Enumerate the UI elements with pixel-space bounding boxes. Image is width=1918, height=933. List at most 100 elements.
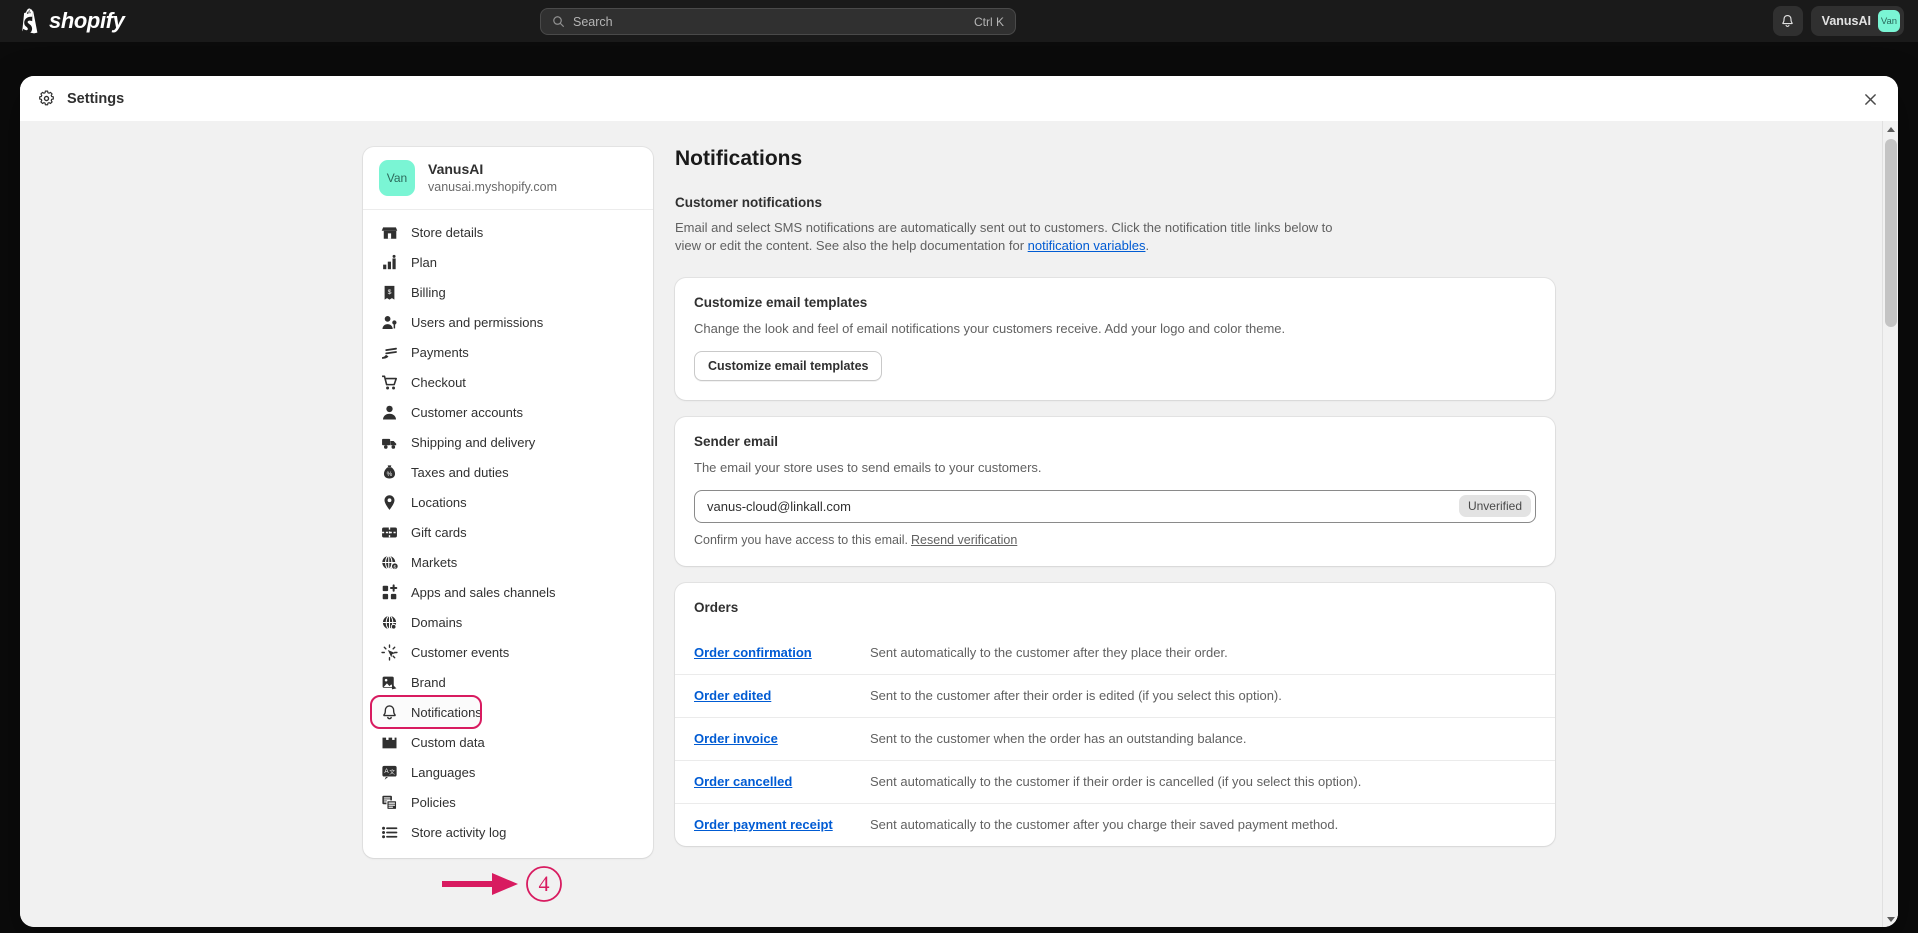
orders-notifications-card: Orders Order confirmation Sent automatica… <box>675 582 1555 846</box>
settings-main-panel: Notifications Customer notifications Ema… <box>675 147 1555 927</box>
notification-name-link[interactable]: Order payment receipt <box>694 817 870 832</box>
sidebar-item-label: Checkout <box>411 374 466 390</box>
notification-variables-link[interactable]: notification variables <box>1028 238 1146 253</box>
sidebar-item-label: Billing <box>411 284 446 300</box>
search-shortcut-hint: Ctrl K <box>974 14 1004 29</box>
notifications-button[interactable] <box>1772 6 1803 36</box>
payments-icon <box>382 347 397 359</box>
sidebar-item-label: Customer accounts <box>411 404 523 420</box>
sidebar-item-gift-cards[interactable]: Gift cards <box>372 517 644 547</box>
notification-name-link[interactable]: Order cancelled <box>694 774 870 789</box>
status-badge: Unverified <box>1458 495 1531 518</box>
location-pin-icon <box>384 494 395 510</box>
close-icon <box>1864 93 1876 105</box>
notification-name-link[interactable]: Order edited <box>694 688 870 703</box>
sidebar-item-label: Store activity log <box>411 824 507 840</box>
notification-description: Sent automatically to the customer after… <box>870 644 1228 660</box>
policies-icon <box>382 795 397 810</box>
settings-nav-list: Store details Plan $ Billing Users and permi… <box>363 210 653 858</box>
customize-email-templates-button[interactable]: Customize email templates <box>694 350 883 381</box>
close-button[interactable] <box>1858 87 1882 111</box>
shopify-bag-icon <box>22 8 38 34</box>
notification-name-link[interactable]: Order confirmation <box>694 645 870 660</box>
notification-row: Order confirmation Sent automatically to … <box>675 631 1555 674</box>
svg-text:$: $ <box>393 564 396 570</box>
resend-verification-link[interactable]: Resend verification <box>911 533 1017 547</box>
bell-icon <box>383 704 396 719</box>
modal-title: Settings <box>67 90 125 107</box>
sidebar-item-brand[interactable]: Brand <box>372 667 644 697</box>
store-profile-header[interactable]: Van VanusAI vanusai.myshopify.com <box>363 147 653 210</box>
top-navigation-bar: shopify Search Ctrl K VanusAI Van <box>0 0 1918 42</box>
page-title: Notifications <box>675 147 803 170</box>
sidebar-item-label: Users and permissions <box>411 314 544 330</box>
sidebar-item-plan[interactable]: Plan <box>372 247 644 277</box>
store-name: VanusAI <box>428 161 484 178</box>
customize-email-templates-card: Customize email templates Change the loo… <box>675 277 1555 400</box>
plan-icon <box>383 254 396 269</box>
store-avatar: Van <box>379 160 415 196</box>
sidebar-item-store-activity-log[interactable]: Store activity log <box>372 817 644 847</box>
users-icon <box>382 315 397 329</box>
cursor-click-icon <box>381 643 398 661</box>
sidebar-item-locations[interactable]: Locations <box>372 487 644 517</box>
sidebar-item-notifications[interactable]: Notifications <box>370 695 482 729</box>
sidebar-item-label: Languages <box>411 764 476 780</box>
svg-text:%: % <box>387 471 393 478</box>
person-icon <box>383 405 396 420</box>
avatar: Van <box>1878 10 1900 32</box>
svg-text:文: 文 <box>389 767 395 775</box>
languages-icon: A文 <box>382 765 397 780</box>
sidebar-item-label: Plan <box>411 254 438 270</box>
sidebar-item-customer-events[interactable]: Customer events <box>372 637 644 667</box>
checkout-cart-icon <box>382 375 397 390</box>
modal-scrollbar[interactable] <box>1882 121 1898 927</box>
store-domain: vanusai.myshopify.com <box>428 180 557 194</box>
sidebar-item-label: Notifications <box>411 704 482 720</box>
sidebar-item-payments[interactable]: Payments <box>372 337 644 367</box>
sidebar-item-policies[interactable]: Policies <box>372 787 644 817</box>
sidebar-item-label: Store details <box>411 224 484 240</box>
sidebar-item-markets[interactable]: $ Markets <box>372 547 644 577</box>
sender-email-card: Sender email The email your store uses t… <box>675 416 1555 566</box>
sidebar-item-checkout[interactable]: Checkout <box>372 367 644 397</box>
notification-description: Sent automatically to the customer after… <box>870 817 1339 833</box>
search-placeholder: Search <box>573 14 613 29</box>
sidebar-item-store-details[interactable]: Store details <box>372 217 644 247</box>
sender-email-input[interactable]: vanus-cloud@linkall.com Unverified <box>694 489 1536 523</box>
sidebar-item-taxes-and-duties[interactable]: % Taxes and duties <box>372 457 644 487</box>
scroll-down-arrow[interactable] <box>1883 911 1898 927</box>
truck-icon <box>382 438 397 449</box>
sender-email-title: Sender email <box>694 433 779 449</box>
notification-name-link[interactable]: Order invoice <box>694 731 870 746</box>
domain-globe-icon <box>382 614 397 630</box>
apps-icon <box>382 583 398 599</box>
shopify-logo[interactable]: shopify <box>17 8 125 35</box>
sidebar-item-languages[interactable]: A 文 Languages <box>372 757 644 787</box>
scrollbar-thumb[interactable] <box>1885 139 1897 327</box>
activity-log-icon <box>382 826 398 838</box>
gift-card-icon <box>382 527 397 537</box>
sidebar-item-customer-accounts[interactable]: Customer accounts <box>372 397 644 427</box>
orders-rows-container: Order confirmation Sent automatically to … <box>675 631 1555 846</box>
sidebar-item-billing[interactable]: $ Billing <box>372 277 644 307</box>
topbar-actions: VanusAI Van <box>1772 6 1904 36</box>
sidebar-item-apps-and-sales-channels[interactable]: Apps and sales channels <box>372 577 644 607</box>
sidebar-item-domains[interactable]: Domains <box>372 607 644 637</box>
tax-icon: % <box>383 464 396 478</box>
sidebar-item-label: Locations <box>411 494 467 510</box>
notification-row: Order cancelled Sent automatically to the… <box>675 759 1555 803</box>
sidebar-item-shipping-and-delivery[interactable]: Shipping and delivery <box>372 427 644 457</box>
sidebar-item-users-and-permissions[interactable]: Users and permissions <box>372 307 644 337</box>
search-input[interactable]: Search Ctrl K <box>540 8 1016 35</box>
customer-notifications-description: Email and select SMS notifications are a… <box>675 219 1345 256</box>
scroll-up-arrow[interactable] <box>1883 121 1898 137</box>
sidebar-item-label: Shipping and delivery <box>411 434 536 450</box>
sidebar-item-custom-data[interactable]: Custom data <box>372 727 644 757</box>
gear-icon <box>39 90 54 106</box>
notification-description: Sent to the customer when the order has … <box>870 731 1247 747</box>
sidebar-item-label: Apps and sales channels <box>411 584 556 600</box>
customize-card-title: Customize email templates <box>694 294 868 310</box>
settings-modal: Settings Van VanusAI vanusai.myshopify.c… <box>20 76 1898 927</box>
user-menu-button[interactable]: VanusAI Van <box>1810 6 1904 36</box>
